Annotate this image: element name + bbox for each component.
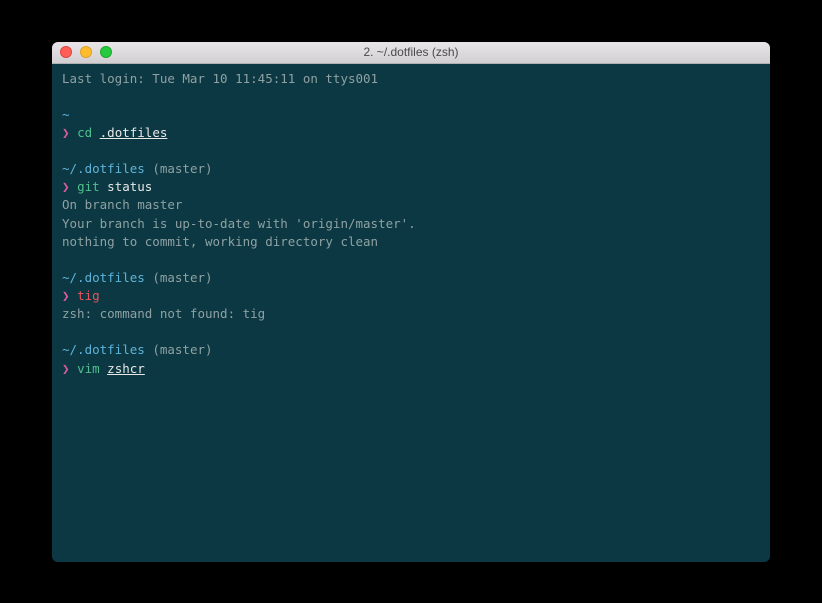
cwd-path: ~/.dotfiles (62, 161, 145, 176)
prompt-path-line: ~/.dotfiles (master) (62, 160, 760, 178)
git-branch: (master) (152, 342, 212, 357)
titlebar[interactable]: 2. ~/.dotfiles (zsh) (52, 42, 770, 64)
window-title: 2. ~/.dotfiles (zsh) (52, 45, 770, 59)
prompt-arrow-icon: ❯ (62, 288, 70, 303)
output-line: zsh: command not found: tig (62, 305, 760, 323)
command: git (77, 179, 100, 194)
git-branch: (master) (152, 161, 212, 176)
prompt-arrow-icon: ❯ (62, 125, 70, 140)
traffic-lights (60, 46, 112, 58)
close-icon[interactable] (60, 46, 72, 58)
command: cd (77, 125, 92, 140)
prompt-path-line: ~ (62, 106, 760, 124)
git-branch: (master) (152, 270, 212, 285)
command-arg: status (107, 179, 152, 194)
prompt-line: ❯ cd .dotfiles (62, 124, 760, 142)
cwd-path: ~/.dotfiles (62, 342, 145, 357)
output-line: On branch master (62, 196, 760, 214)
login-line: Last login: Tue Mar 10 11:45:11 on ttys0… (62, 70, 760, 88)
cwd-path: ~ (62, 107, 70, 122)
minimize-icon[interactable] (80, 46, 92, 58)
command: vim (77, 361, 100, 376)
output-line: Your branch is up-to-date with 'origin/m… (62, 215, 760, 233)
zoom-icon[interactable] (100, 46, 112, 58)
prompt-path-line: ~/.dotfiles (master) (62, 341, 760, 359)
output-line: nothing to commit, working directory cle… (62, 233, 760, 251)
prompt-arrow-icon: ❯ (62, 179, 70, 194)
command: tig (77, 288, 100, 303)
blank-line (62, 323, 760, 341)
prompt-line: ❯ git status (62, 178, 760, 196)
terminal-body[interactable]: Last login: Tue Mar 10 11:45:11 on ttys0… (52, 64, 770, 562)
blank-line (62, 88, 760, 106)
blank-line (62, 142, 760, 160)
prompt-path-line: ~/.dotfiles (master) (62, 269, 760, 287)
prompt-line: ❯ tig (62, 287, 760, 305)
command-arg: zshcr (107, 361, 145, 376)
prompt-arrow-icon: ❯ (62, 361, 70, 376)
blank-line (62, 251, 760, 269)
command-arg: .dotfiles (100, 125, 168, 140)
prompt-line: ❯ vim zshcr (62, 360, 760, 378)
terminal-window: 2. ~/.dotfiles (zsh) Last login: Tue Mar… (52, 42, 770, 562)
cwd-path: ~/.dotfiles (62, 270, 145, 285)
